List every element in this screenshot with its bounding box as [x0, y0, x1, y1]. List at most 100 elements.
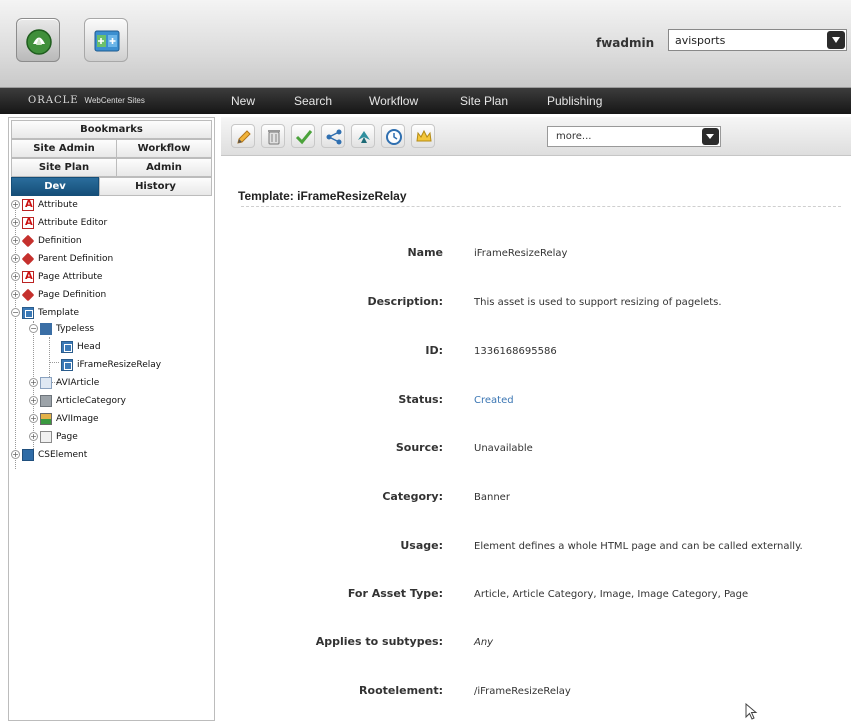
contributor-app-button[interactable]: [16, 18, 60, 62]
chevron-down-icon[interactable]: [827, 31, 845, 49]
nav-site-plan[interactable]: Site Plan: [460, 94, 508, 108]
asset-toolbar: more...: [221, 117, 851, 156]
tree-item-head[interactable]: Head: [61, 339, 101, 355]
nav-workflow[interactable]: Workflow: [369, 94, 418, 108]
tab-workflow[interactable]: Workflow: [116, 139, 212, 158]
tree-item-label: Head: [77, 342, 101, 352]
template-icon: [61, 358, 73, 371]
definition-icon: [21, 252, 35, 265]
field-label-subtypes: Applies to subtypes:: [315, 635, 443, 648]
tree-item-label: AVIImage: [56, 414, 99, 424]
pencil-icon: [237, 130, 251, 144]
crown-button[interactable]: [411, 124, 435, 148]
tree-item-page-attribute[interactable]: + Page Attribute: [11, 269, 102, 285]
more-actions-select[interactable]: more...: [547, 126, 721, 147]
tree-item-label: iFrameResizeRelay: [77, 360, 162, 370]
tab-admin[interactable]: Admin: [116, 158, 212, 177]
bookmark-icon: [358, 131, 370, 143]
field-value-description: This asset is used to support resizing o…: [474, 297, 722, 308]
expand-icon[interactable]: +: [29, 378, 38, 387]
tree-item-attribute[interactable]: + Attribute: [11, 197, 78, 213]
tab-site-plan[interactable]: Site Plan: [11, 158, 117, 177]
tree-item-aviarticle[interactable]: + AVIArticle: [29, 375, 99, 391]
expand-icon[interactable]: +: [11, 200, 20, 209]
nav-new[interactable]: New: [231, 94, 255, 108]
oracle-logo: ORACLE WebCenter Sites: [28, 95, 145, 106]
tab-site-admin[interactable]: Site Admin: [11, 139, 117, 158]
more-actions-value: more...: [556, 131, 592, 142]
delete-button[interactable]: [261, 124, 285, 148]
username: fwadmin: [596, 36, 655, 50]
template-icon: [61, 340, 73, 353]
article-icon: [40, 376, 52, 389]
definition-icon: [21, 234, 35, 247]
checkmark-icon: [295, 130, 313, 145]
field-value-status[interactable]: Created: [474, 395, 514, 406]
site-select[interactable]: avisports: [668, 29, 847, 51]
tree-item-label: Page: [56, 432, 78, 442]
field-value-rootelement: /iFrameResizeRelay: [474, 686, 571, 697]
tree-item-label: Attribute: [38, 200, 78, 210]
expand-icon[interactable]: +: [29, 414, 38, 423]
tree-item-parent-definition[interactable]: + Parent Definition: [11, 251, 113, 267]
share-button[interactable]: [321, 124, 345, 148]
admin-app-button[interactable]: [84, 18, 128, 62]
tree-item-label: Page Attribute: [38, 272, 103, 282]
expand-icon[interactable]: +: [29, 432, 38, 441]
tree-item-attribute-editor[interactable]: + Attribute Editor: [11, 215, 107, 231]
tab-history[interactable]: History: [99, 177, 212, 196]
admin-icon: [94, 30, 120, 52]
attribute-editor-icon: [22, 215, 34, 231]
approve-button[interactable]: [291, 124, 315, 148]
definition-icon: [21, 288, 35, 301]
field-label-id: ID:: [425, 344, 443, 357]
main-nav: ORACLE WebCenter Sites New Search Workflo…: [0, 88, 851, 114]
field-label-usage: Usage:: [400, 539, 443, 552]
expand-icon[interactable]: +: [29, 396, 38, 405]
field-value-category: Banner: [474, 492, 510, 503]
tree-item-iframe-resize-relay[interactable]: iFrameResizeRelay: [61, 357, 161, 373]
tree-item-cselement[interactable]: + CSElement: [11, 447, 87, 463]
tree-item-page-definition[interactable]: + Page Definition: [11, 287, 106, 303]
contributor-icon: [26, 29, 52, 55]
nav-search[interactable]: Search: [294, 94, 332, 108]
template-icon: [22, 306, 34, 319]
tree-item-label: Attribute Editor: [38, 218, 108, 228]
tree-item-articlecategory[interactable]: + ArticleCategory: [29, 393, 126, 409]
tree-item-aviimage[interactable]: + AVIImage: [29, 411, 99, 427]
field-value-subtypes: Any: [474, 637, 494, 648]
tab-bookmarks[interactable]: Bookmarks: [11, 120, 212, 139]
category-icon: [40, 394, 52, 407]
collapse-icon[interactable]: −: [11, 308, 20, 317]
expand-icon[interactable]: +: [11, 272, 20, 281]
field-label-asset-type: For Asset Type:: [347, 587, 443, 600]
tree-connector: [49, 362, 59, 363]
tree-item-page[interactable]: + Page: [29, 429, 78, 445]
schedule-button[interactable]: [381, 124, 405, 148]
bookmark-button[interactable]: [351, 124, 375, 148]
site-select-value: avisports: [675, 34, 726, 47]
expand-icon[interactable]: +: [11, 236, 20, 245]
field-label-rootelement: Rootelement:: [359, 684, 443, 697]
tree-item-typeless[interactable]: − Typeless: [29, 321, 94, 337]
expand-icon[interactable]: +: [11, 254, 20, 263]
chevron-down-icon[interactable]: [702, 128, 719, 145]
field-label-status: Status:: [398, 393, 443, 406]
left-panel: Bookmarks Site Admin Workflow Site Plan …: [8, 117, 215, 721]
field-value-name: iFrameResizeRelay: [474, 248, 568, 259]
tree-item-template[interactable]: − Template: [11, 305, 79, 321]
tab-dev[interactable]: Dev: [11, 177, 99, 196]
crown-icon: [416, 129, 432, 142]
expand-icon[interactable]: +: [11, 218, 20, 227]
collapse-icon[interactable]: −: [29, 324, 38, 333]
expand-icon[interactable]: +: [11, 450, 20, 459]
edit-button[interactable]: [231, 124, 255, 148]
mouse-cursor-icon: [745, 703, 758, 720]
nav-publishing[interactable]: Publishing: [547, 94, 602, 108]
tree-item-definition[interactable]: + Definition: [11, 233, 82, 249]
field-label-source: Source:: [395, 441, 443, 454]
attribute-icon: [22, 269, 34, 285]
tree-item-label: CSElement: [38, 450, 88, 460]
expand-icon[interactable]: +: [11, 290, 20, 299]
content-panel: more... Template: iFrameResizeRelay Name…: [221, 117, 851, 721]
